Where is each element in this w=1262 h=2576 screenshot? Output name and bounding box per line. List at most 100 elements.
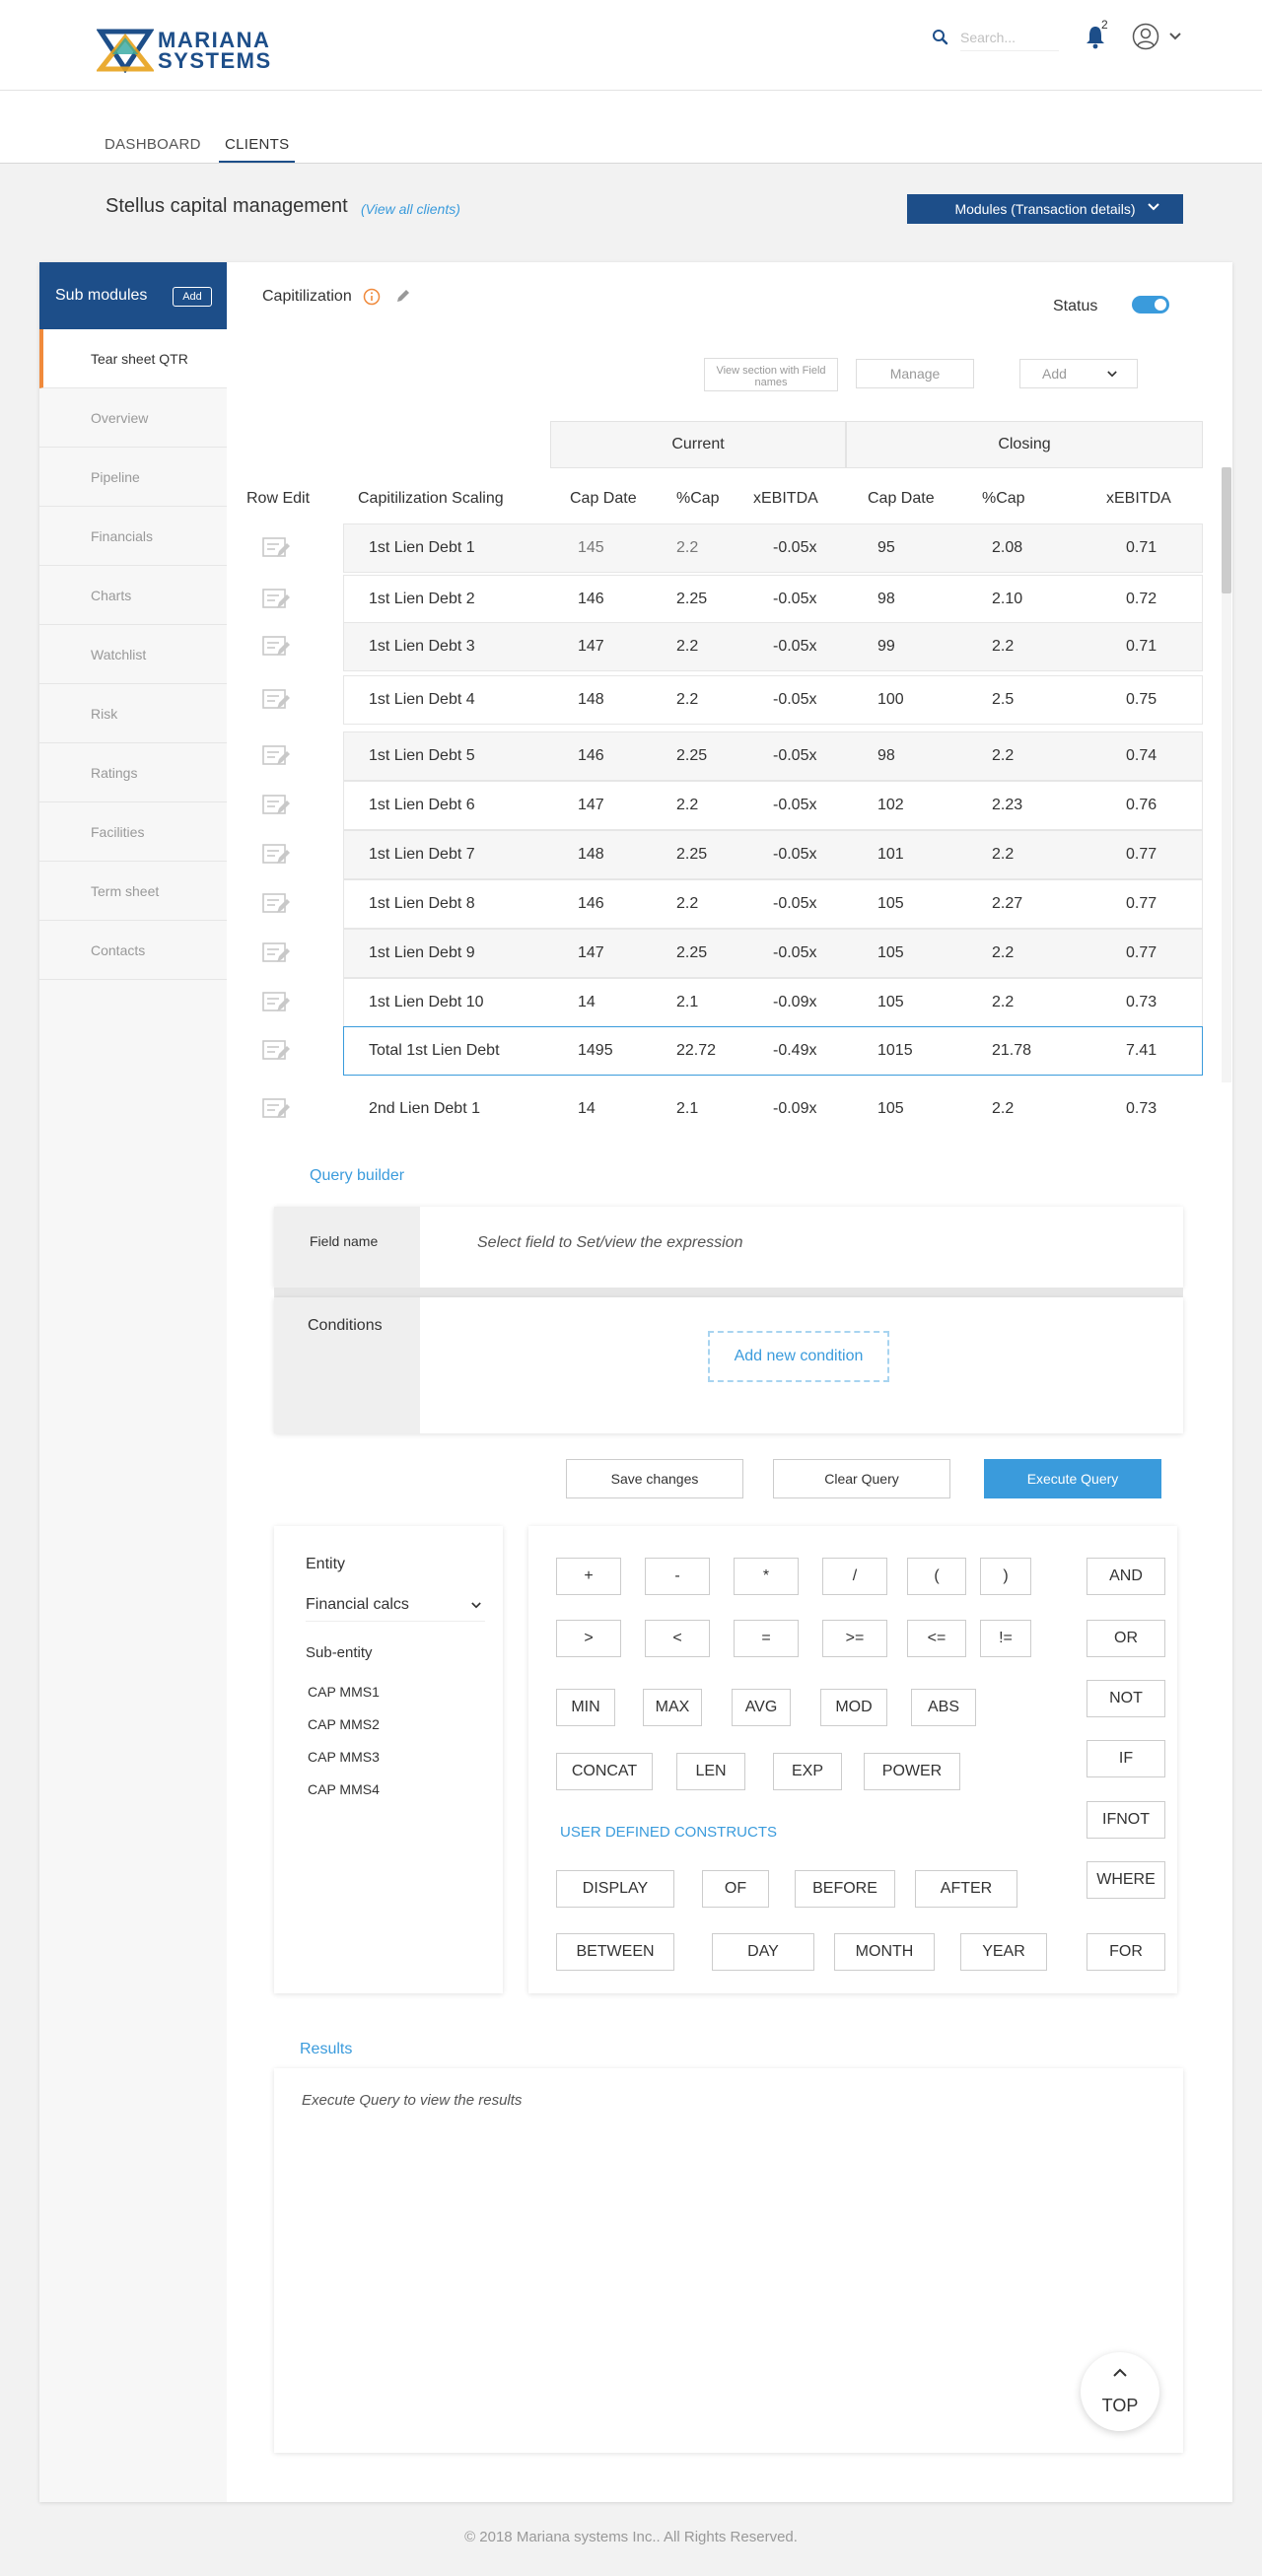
table-scrollbar[interactable] xyxy=(1222,467,1231,1082)
row-name[interactable]: 1st Lien Debt 10 xyxy=(369,994,484,1011)
logic-operator-button[interactable]: IFNOT xyxy=(1087,1801,1165,1839)
row-name[interactable]: 1st Lien Debt 2 xyxy=(369,591,475,608)
sub-entity-item[interactable]: CAP MMS1 xyxy=(308,1684,380,1700)
add-new-condition-button[interactable]: Add new condition xyxy=(708,1331,889,1382)
row-edit-icon[interactable] xyxy=(262,1038,292,1064)
sub-entity-item[interactable]: CAP MMS3 xyxy=(308,1749,380,1765)
pencil-icon[interactable] xyxy=(394,287,412,305)
save-changes-button[interactable]: Save changes xyxy=(566,1459,743,1498)
operator-button[interactable]: OF xyxy=(702,1870,769,1908)
view-section-field-names-button[interactable]: View section with Field names xyxy=(704,358,838,391)
sidebar-item-facilities[interactable]: Facilities xyxy=(39,802,227,862)
operator-button[interactable]: MAX xyxy=(643,1689,702,1726)
sidebar-item-risk[interactable]: Risk xyxy=(39,684,227,743)
logic-operator-button[interactable]: IF xyxy=(1087,1740,1165,1777)
row-edit-icon[interactable] xyxy=(262,587,292,612)
row-edit-icon[interactable] xyxy=(262,535,292,561)
execute-query-button[interactable]: Execute Query xyxy=(984,1459,1161,1498)
operator-button[interactable]: CONCAT xyxy=(556,1753,653,1790)
add-dropdown[interactable]: Add xyxy=(1019,359,1138,388)
sidebar-item-charts[interactable]: Charts xyxy=(39,566,227,625)
row-name[interactable]: Total 1st Lien Debt xyxy=(369,1042,500,1060)
logic-operator-button[interactable]: FOR xyxy=(1087,1933,1165,1971)
operator-button[interactable]: EXP xyxy=(773,1753,842,1790)
sub-entity-item[interactable]: CAP MMS4 xyxy=(308,1781,380,1797)
operator-button[interactable]: DISPLAY xyxy=(556,1870,674,1908)
row-name[interactable]: 1st Lien Debt 3 xyxy=(369,638,475,656)
row-edit-icon[interactable] xyxy=(262,687,292,713)
tab-clients[interactable]: CLIENTS xyxy=(219,136,296,163)
sub-entity-item[interactable]: CAP MMS2 xyxy=(308,1716,380,1732)
operator-button[interactable]: AFTER xyxy=(915,1870,1017,1908)
sidebar-item-term-sheet[interactable]: Term sheet xyxy=(39,862,227,921)
row-edit-icon[interactable] xyxy=(262,793,292,818)
row-name[interactable]: 2nd Lien Debt 1 xyxy=(369,1100,480,1118)
operator-button[interactable]: ) xyxy=(980,1558,1031,1595)
modules-dropdown[interactable]: Modules (Transaction details) xyxy=(907,194,1183,224)
row-name[interactable]: 1st Lien Debt 1 xyxy=(369,539,475,557)
row-name[interactable]: 1st Lien Debt 9 xyxy=(369,944,475,962)
manage-button[interactable]: Manage xyxy=(856,359,974,388)
back-to-top-button[interactable]: TOP xyxy=(1081,2352,1159,2431)
row-edit-icon[interactable] xyxy=(262,634,292,660)
search-icon[interactable] xyxy=(931,28,950,47)
scrollbar-thumb[interactable] xyxy=(1222,467,1231,593)
status-toggle[interactable] xyxy=(1132,296,1169,313)
operator-button[interactable]: ABS xyxy=(911,1689,976,1726)
sidebar-item-watchlist[interactable]: Watchlist xyxy=(39,625,227,684)
search-input[interactable] xyxy=(960,24,1059,51)
logic-operator-button[interactable]: OR xyxy=(1087,1620,1165,1657)
operator-button[interactable]: MONTH xyxy=(834,1933,935,1971)
sidebar-item-contacts[interactable]: Contacts xyxy=(39,921,227,980)
add-submodule-button[interactable]: Add xyxy=(173,287,212,307)
row-edit-icon[interactable] xyxy=(262,743,292,769)
operator-button[interactable]: - xyxy=(645,1558,710,1595)
row-name[interactable]: 1st Lien Debt 6 xyxy=(369,797,475,814)
operator-button[interactable]: AVG xyxy=(732,1689,791,1726)
operator-button[interactable]: < xyxy=(645,1620,710,1657)
operator-button[interactable]: + xyxy=(556,1558,621,1595)
operator-button[interactable]: DAY xyxy=(712,1933,814,1971)
mariana-logo[interactable]: MARIANA SYSTEMS xyxy=(97,28,274,75)
row-edit-icon[interactable] xyxy=(262,1096,292,1122)
operator-button[interactable]: != xyxy=(980,1620,1031,1657)
row-name[interactable]: 1st Lien Debt 4 xyxy=(369,691,475,709)
operator-button[interactable]: > xyxy=(556,1620,621,1657)
logic-operator-button[interactable]: WHERE xyxy=(1087,1861,1165,1899)
sidebar-item-ratings[interactable]: Ratings xyxy=(39,743,227,802)
row-edit-icon[interactable] xyxy=(262,940,292,966)
operator-button[interactable]: ( xyxy=(907,1558,966,1595)
field-name-input[interactable]: Select field to Set/view the expression xyxy=(477,1234,742,1252)
row-name[interactable]: 1st Lien Debt 8 xyxy=(369,895,475,913)
row-edit-icon[interactable] xyxy=(262,842,292,868)
sidebar-item-tear-sheet-qtr[interactable]: Tear sheet QTR xyxy=(39,329,227,388)
operator-button[interactable]: MIN xyxy=(556,1689,615,1726)
operator-button[interactable]: = xyxy=(734,1620,799,1657)
operator-button[interactable]: POWER xyxy=(864,1753,960,1790)
operator-button[interactable]: MOD xyxy=(820,1689,887,1726)
entity-select[interactable]: Financial calcs xyxy=(306,1596,485,1622)
row-edit-icon[interactable] xyxy=(262,990,292,1015)
operator-button[interactable]: * xyxy=(734,1558,799,1595)
sidebar-item-financials[interactable]: Financials xyxy=(39,507,227,566)
operator-button[interactable]: BETWEEN xyxy=(556,1933,674,1971)
cell-current-cap-pct: 2.1 xyxy=(676,994,699,1010)
row-name[interactable]: 1st Lien Debt 5 xyxy=(369,747,475,765)
row-edit-icon[interactable] xyxy=(262,891,292,917)
operator-button[interactable]: / xyxy=(822,1558,887,1595)
sidebar-item-overview[interactable]: Overview xyxy=(39,388,227,448)
user-menu[interactable] xyxy=(1130,22,1185,51)
operator-button[interactable]: LEN xyxy=(676,1753,745,1790)
operator-button[interactable]: YEAR xyxy=(960,1933,1047,1971)
operator-button[interactable]: BEFORE xyxy=(795,1870,895,1908)
clear-query-button[interactable]: Clear Query xyxy=(773,1459,950,1498)
row-name[interactable]: 1st Lien Debt 7 xyxy=(369,846,475,864)
operator-button[interactable]: <= xyxy=(907,1620,966,1657)
info-icon[interactable] xyxy=(363,288,381,306)
view-all-clients-link[interactable]: (View all clients) xyxy=(361,201,460,217)
operator-button[interactable]: >= xyxy=(822,1620,887,1657)
logic-operator-button[interactable]: NOT xyxy=(1087,1680,1165,1717)
tab-dashboard[interactable]: DASHBOARD xyxy=(105,136,201,161)
logic-operator-button[interactable]: AND xyxy=(1087,1558,1165,1595)
sidebar-item-pipeline[interactable]: Pipeline xyxy=(39,448,227,507)
